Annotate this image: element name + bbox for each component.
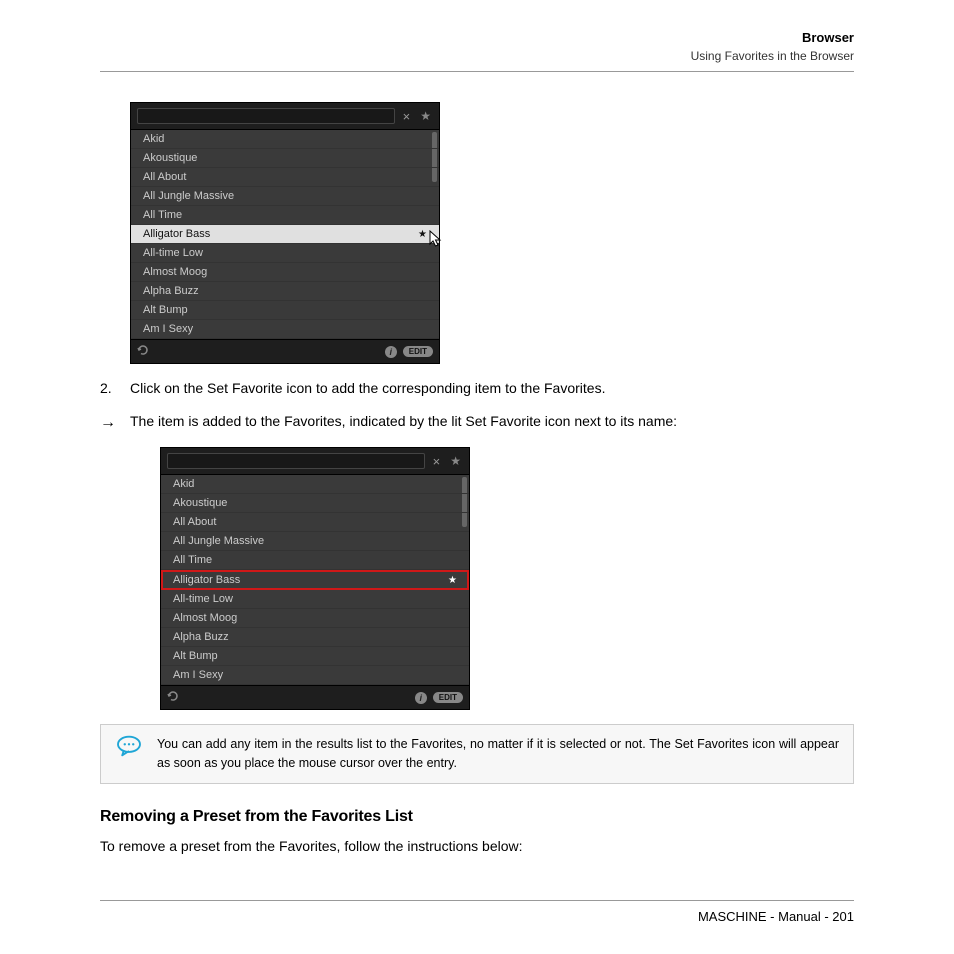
search-input[interactable] bbox=[167, 453, 425, 469]
search-bar: × ★ bbox=[131, 103, 439, 130]
set-favorite-icon[interactable]: ★ bbox=[418, 229, 427, 240]
search-bar: × ★ bbox=[161, 448, 469, 475]
refresh-icon[interactable] bbox=[167, 690, 179, 705]
list-item[interactable]: Alt Bump bbox=[131, 301, 439, 320]
edit-button[interactable]: EDIT bbox=[433, 692, 463, 703]
arrow-icon: → bbox=[100, 411, 130, 435]
edit-button[interactable]: EDIT bbox=[403, 346, 433, 357]
list-item[interactable]: All-time Low bbox=[131, 244, 439, 263]
page-footer: MASCHINE - Manual - 201 bbox=[100, 900, 854, 924]
clear-search-icon[interactable]: × bbox=[429, 454, 445, 469]
info-icon[interactable]: i bbox=[415, 692, 427, 704]
item-label: Alligator Bass bbox=[173, 574, 240, 586]
results-list: Akid Akoustique All About All Jungle Mas… bbox=[131, 130, 439, 339]
list-item[interactable]: Am I Sexy bbox=[161, 666, 469, 685]
list-item[interactable]: Am I Sexy bbox=[131, 320, 439, 339]
list-item[interactable]: All About bbox=[131, 168, 439, 187]
panel-footer: i EDIT bbox=[131, 339, 439, 363]
list-item[interactable]: All Jungle Massive bbox=[161, 532, 469, 551]
refresh-icon[interactable] bbox=[137, 344, 149, 359]
list-item[interactable]: All Time bbox=[161, 551, 469, 570]
step-number: 2. bbox=[100, 378, 130, 399]
speech-bubble-icon bbox=[115, 735, 143, 773]
list-item[interactable]: Akoustique bbox=[161, 494, 469, 513]
result-text: The item is added to the Favorites, indi… bbox=[130, 411, 677, 435]
list-item[interactable]: Akoustique bbox=[131, 149, 439, 168]
list-item[interactable]: Akid bbox=[161, 475, 469, 494]
browser-panel: × ★ Akid Akoustique All About All Jungle… bbox=[160, 447, 470, 710]
list-item[interactable]: All Jungle Massive bbox=[131, 187, 439, 206]
list-item[interactable]: Akid bbox=[131, 130, 439, 149]
list-item-selected[interactable]: Alligator Bass ★ bbox=[131, 225, 439, 244]
panel-footer: i EDIT bbox=[161, 685, 469, 709]
step-2: 2. Click on the Set Favorite icon to add… bbox=[100, 378, 854, 399]
list-item[interactable]: All About bbox=[161, 513, 469, 532]
item-label: Alligator Bass bbox=[143, 228, 210, 240]
page-header: Browser Using Favorites in the Browser bbox=[100, 30, 854, 72]
info-icon[interactable]: i bbox=[385, 346, 397, 358]
list-item[interactable]: Almost Moog bbox=[131, 263, 439, 282]
favorites-filter-icon[interactable]: ★ bbox=[418, 109, 433, 123]
list-item-favorited[interactable]: Alligator Bass ★ bbox=[161, 570, 469, 590]
search-input[interactable] bbox=[137, 108, 395, 124]
screenshot-1: × ★ Akid Akoustique All About All Jungle… bbox=[130, 102, 854, 364]
tip-text: You can add any item in the results list… bbox=[157, 735, 839, 773]
list-item[interactable]: Alpha Buzz bbox=[161, 628, 469, 647]
tip-callout: You can add any item in the results list… bbox=[100, 724, 854, 784]
clear-search-icon[interactable]: × bbox=[399, 109, 415, 124]
header-title: Browser bbox=[100, 30, 854, 45]
list-item[interactable]: Alt Bump bbox=[161, 647, 469, 666]
result-line: → The item is added to the Favorites, in… bbox=[100, 411, 854, 435]
results-list: Akid Akoustique All About All Jungle Mas… bbox=[161, 475, 469, 685]
set-favorite-icon-lit[interactable]: ★ bbox=[448, 575, 457, 586]
list-item[interactable]: All Time bbox=[131, 206, 439, 225]
browser-panel: × ★ Akid Akoustique All About All Jungle… bbox=[130, 102, 440, 364]
header-subtitle: Using Favorites in the Browser bbox=[100, 49, 854, 63]
list-item[interactable]: All-time Low bbox=[161, 590, 469, 609]
screenshot-2: × ★ Akid Akoustique All About All Jungle… bbox=[160, 447, 854, 710]
section-heading: Removing a Preset from the Favorites Lis… bbox=[100, 808, 854, 826]
list-item[interactable]: Almost Moog bbox=[161, 609, 469, 628]
list-item[interactable]: Alpha Buzz bbox=[131, 282, 439, 301]
favorites-filter-icon[interactable]: ★ bbox=[448, 454, 463, 468]
step-text: Click on the Set Favorite icon to add th… bbox=[130, 378, 605, 399]
body-paragraph: To remove a preset from the Favorites, f… bbox=[100, 836, 854, 857]
